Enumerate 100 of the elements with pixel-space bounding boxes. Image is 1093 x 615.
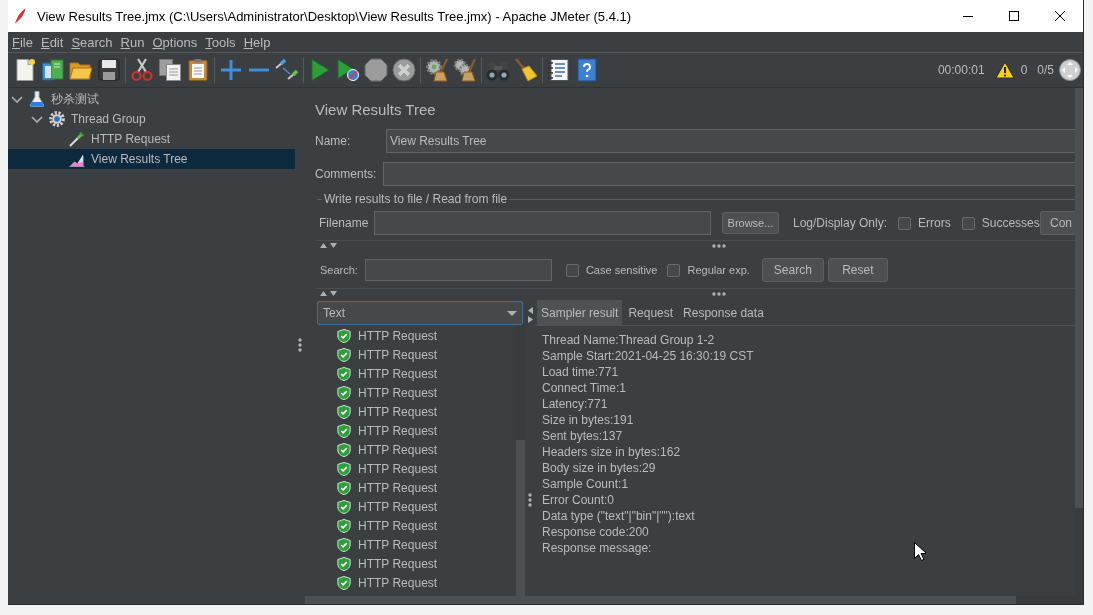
books-icon[interactable]	[41, 58, 65, 82]
result-item[interactable]: HTTP Request	[315, 421, 516, 440]
checkbox-label[interactable]: Successes	[981, 216, 1040, 230]
result-item[interactable]: HTTP Request	[315, 535, 516, 554]
minimize-icon	[963, 15, 973, 17]
tab[interactable]: Response data	[679, 300, 768, 325]
scrollbar-thumb[interactable]	[1075, 88, 1083, 508]
feather-icon	[14, 8, 26, 24]
grip-dots-icon[interactable]	[712, 291, 726, 296]
result-line: Body size in bytes:29	[542, 460, 656, 476]
result-line: Response message:	[542, 540, 652, 556]
result-line: Response code:200	[542, 524, 649, 540]
window-title: View Results Tree.jmx (C:\Users\Administrator\Desktop\View Results Tree.jmx) - Apache JMeter (5.4.1)	[37, 8, 632, 24]
mouse-pointer-icon	[914, 542, 926, 561]
result-line: Data type ("text"|"bin"|""):text	[542, 508, 695, 524]
new-document-icon[interactable]	[13, 58, 37, 82]
grip-dots-icon[interactable]	[528, 493, 532, 507]
caret-icon	[507, 310, 517, 316]
scrollbar[interactable]	[516, 326, 525, 596]
result-item[interactable]: HTTP Request	[315, 554, 516, 573]
broom-icon[interactable]	[514, 58, 538, 82]
gear-broom-icon[interactable]	[425, 58, 449, 82]
play-icon[interactable]	[308, 58, 332, 82]
browse-button[interactable]: Browse...	[722, 212, 779, 234]
search-button[interactable]: Search	[761, 258, 824, 282]
notebook-icon[interactable]	[547, 58, 571, 82]
play-badge-icon[interactable]	[336, 58, 360, 82]
tree-item[interactable]: 秒杀测试	[8, 89, 295, 109]
active-threads: 0/5	[1037, 63, 1054, 77]
reset-button[interactable]: Reset	[827, 258, 888, 282]
help-icon[interactable]	[575, 58, 599, 82]
menu-item[interactable]: Search	[67, 34, 117, 50]
field-label: Search:	[320, 264, 358, 276]
checkbox-label[interactable]: Case sensitive	[585, 264, 658, 276]
checkbox[interactable]	[667, 263, 681, 277]
menu-item[interactable]: Tools	[201, 34, 240, 50]
result-item[interactable]: HTTP Request	[315, 459, 516, 478]
tree-item[interactable]: Thread Group	[8, 109, 295, 129]
menu-item[interactable]: Run	[116, 34, 149, 50]
configure-button[interactable]: Con	[1040, 211, 1075, 235]
field-label: Filename	[319, 216, 370, 230]
result-item[interactable]: HTTP Request	[315, 326, 516, 345]
triangle-down-icon[interactable]	[330, 243, 337, 248]
pipettes-icon[interactable]	[275, 58, 299, 82]
result-item[interactable]: HTTP Request	[315, 383, 516, 402]
result-item[interactable]: HTTP Request	[315, 497, 516, 516]
clipboard-icon[interactable]	[186, 58, 210, 82]
scissors-icon[interactable]	[130, 58, 154, 82]
tree-item[interactable]: HTTP Request	[8, 129, 295, 149]
field-label: Name:	[315, 134, 352, 148]
result-line: Sample Count:1	[542, 476, 629, 492]
menu-item[interactable]: Edit	[36, 34, 68, 50]
search-field[interactable]	[364, 259, 552, 281]
filename-field[interactable]	[374, 211, 711, 235]
menu-item[interactable]: File	[8, 34, 37, 50]
result-item[interactable]: HTTP Request	[315, 478, 516, 497]
tab[interactable]: Sampler result	[537, 300, 623, 325]
warning-icon[interactable]	[994, 61, 1015, 79]
copy-icon[interactable]	[158, 58, 182, 82]
close-icon	[1055, 11, 1065, 21]
circle-arrows-icon[interactable]	[1059, 59, 1081, 81]
gears-broom-icon[interactable]	[453, 58, 477, 82]
result-line: Connect Time:1	[542, 380, 627, 396]
checkbox[interactable]	[898, 216, 912, 230]
menu-item[interactable]: Options	[148, 34, 202, 50]
result-line: Thread Name:Thread Group 1-2	[542, 332, 715, 348]
checkbox[interactable]	[565, 263, 579, 277]
field-label: Comments:	[315, 167, 378, 181]
grip-dots-icon[interactable]	[298, 338, 302, 352]
triangle-up-icon[interactable]	[320, 291, 327, 296]
result-line: Load time:771	[542, 364, 619, 380]
tab[interactable]: Request	[624, 300, 678, 325]
result-item[interactable]: HTTP Request	[315, 402, 516, 421]
renderer-dropdown[interactable]: Text	[317, 301, 523, 325]
warning-count: 0	[1020, 63, 1028, 77]
result-item[interactable]: HTTP Request	[315, 516, 516, 535]
triangle-right-icon[interactable]	[527, 316, 533, 323]
tree-item[interactable]: View Results Tree	[8, 149, 295, 169]
panel-title: View Results Tree	[315, 100, 436, 120]
name-field[interactable]: View Results Tree	[386, 129, 1075, 153]
checkbox-label[interactable]: Errors	[918, 216, 951, 230]
plus-icon[interactable]	[219, 58, 243, 82]
checkbox[interactable]	[961, 216, 975, 230]
result-item[interactable]: HTTP Request	[315, 440, 516, 459]
flask-icon	[29, 91, 45, 107]
scrollbar[interactable]	[1075, 88, 1083, 596]
elapsed-time: 00:00:01	[937, 63, 985, 77]
chevron-down-icon[interactable]	[11, 95, 23, 103]
comments-field[interactable]	[383, 162, 1075, 186]
triangle-left-icon[interactable]	[527, 307, 533, 314]
result-item[interactable]: HTTP Request	[315, 345, 516, 364]
result-line: Sent bytes:137	[542, 428, 623, 444]
checkbox-label[interactable]: Regular exp.	[687, 264, 750, 276]
triangle-up-icon[interactable]	[320, 243, 327, 248]
result-item[interactable]: HTTP Request	[315, 364, 516, 383]
grip-dots-icon[interactable]	[712, 243, 726, 248]
triangle-down-icon[interactable]	[330, 291, 337, 296]
chevron-down-icon[interactable]	[31, 115, 43, 123]
result-item[interactable]: HTTP Request	[315, 573, 516, 592]
menu-item[interactable]: Help	[239, 34, 275, 50]
